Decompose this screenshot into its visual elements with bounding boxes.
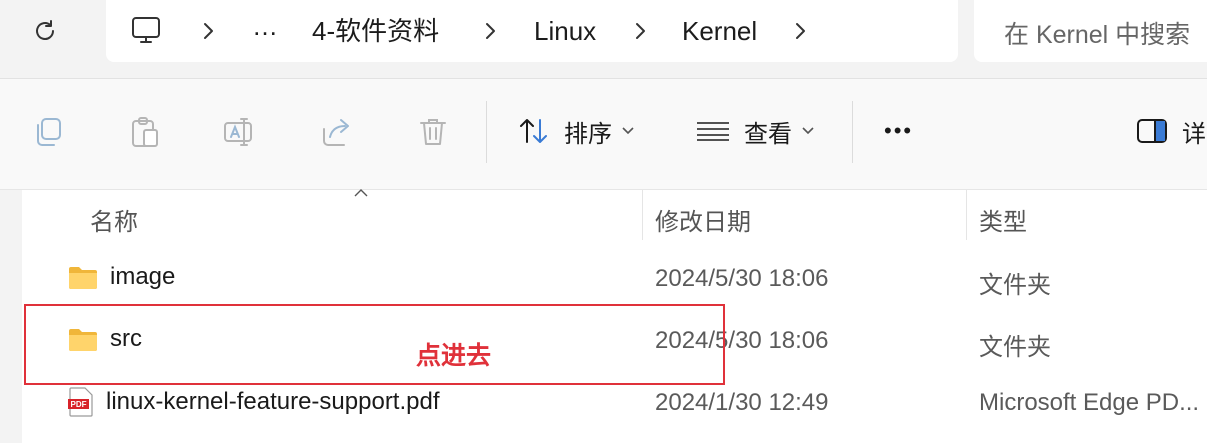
chevron-right-icon[interactable]: [480, 20, 500, 42]
view-list-icon: [697, 122, 729, 141]
file-type: 文件夹: [979, 334, 1051, 361]
pdf-icon: PDF: [68, 387, 93, 417]
sort-button[interactable]: 排序: [518, 111, 634, 151]
svg-text:PDF: PDF: [71, 400, 87, 409]
column-divider[interactable]: [642, 190, 643, 240]
file-name: image: [110, 263, 176, 290]
share-icon[interactable]: [320, 115, 354, 149]
file-date: 2024/1/30 12:49: [655, 389, 829, 416]
breadcrumb-item-linux[interactable]: Linux: [534, 15, 596, 47]
file-name: linux-kernel-feature-support.pdf: [106, 388, 440, 415]
toolbar-divider: [852, 101, 853, 163]
column-header-date[interactable]: 修改日期: [655, 202, 751, 237]
delete-icon[interactable]: [416, 115, 450, 149]
folder-icon: [69, 267, 97, 289]
address-bar-area: … 4-软件资料 Linux Kernel 在 Kernel 中搜索: [0, 0, 1207, 79]
navigation-pane-edge: [0, 190, 22, 443]
view-label: 查看: [744, 120, 792, 148]
refresh-button[interactable]: [28, 14, 62, 48]
breadcrumb-item-software[interactable]: 4-软件资料: [312, 15, 439, 47]
column-header-name[interactable]: 名称: [90, 202, 138, 237]
more-options-button[interactable]: •••: [884, 111, 913, 151]
breadcrumb[interactable]: … 4-软件资料 Linux Kernel: [106, 0, 958, 62]
chevron-down-icon: [802, 127, 814, 135]
rename-icon[interactable]: [222, 115, 256, 149]
sort-icon: [520, 119, 547, 143]
sort-ascending-icon: [354, 189, 368, 197]
view-button[interactable]: 查看: [696, 111, 814, 151]
breadcrumb-item-kernel[interactable]: Kernel: [682, 15, 757, 47]
file-type: 文件夹: [979, 272, 1051, 299]
details-pane-button[interactable]: 详: [1136, 111, 1206, 151]
chevron-right-icon[interactable]: [198, 20, 218, 42]
sort-label: 排序: [564, 120, 612, 148]
chevron-right-icon[interactable]: [630, 20, 650, 42]
details-label: 详: [1182, 120, 1206, 148]
column-divider[interactable]: [966, 190, 967, 240]
command-bar: 排序 查看 ••• 详: [0, 79, 1207, 190]
column-header-type[interactable]: 类型: [979, 202, 1027, 237]
toolbar-divider: [486, 101, 487, 163]
chevron-down-icon: [622, 127, 634, 135]
chevron-right-icon[interactable]: [790, 20, 810, 42]
details-pane-icon: [1137, 119, 1167, 143]
search-input[interactable]: 在 Kernel 中搜索: [974, 0, 1207, 62]
this-pc-icon[interactable]: [130, 15, 162, 47]
file-type: Microsoft Edge PD...: [979, 389, 1200, 416]
refresh-icon: [36, 20, 54, 40]
list-item[interactable]: image 2024/5/30 18:06 文件夹: [22, 250, 1207, 312]
file-date: 2024/5/30 18:06: [655, 265, 829, 292]
copy-icon[interactable]: [32, 115, 66, 149]
breadcrumb-overflow[interactable]: …: [252, 10, 278, 42]
annotation-text: 点进去: [416, 342, 492, 370]
annotation-highlight-box: [24, 304, 725, 385]
paste-icon[interactable]: [128, 115, 162, 149]
search-placeholder: 在 Kernel 中搜索: [1004, 21, 1191, 49]
